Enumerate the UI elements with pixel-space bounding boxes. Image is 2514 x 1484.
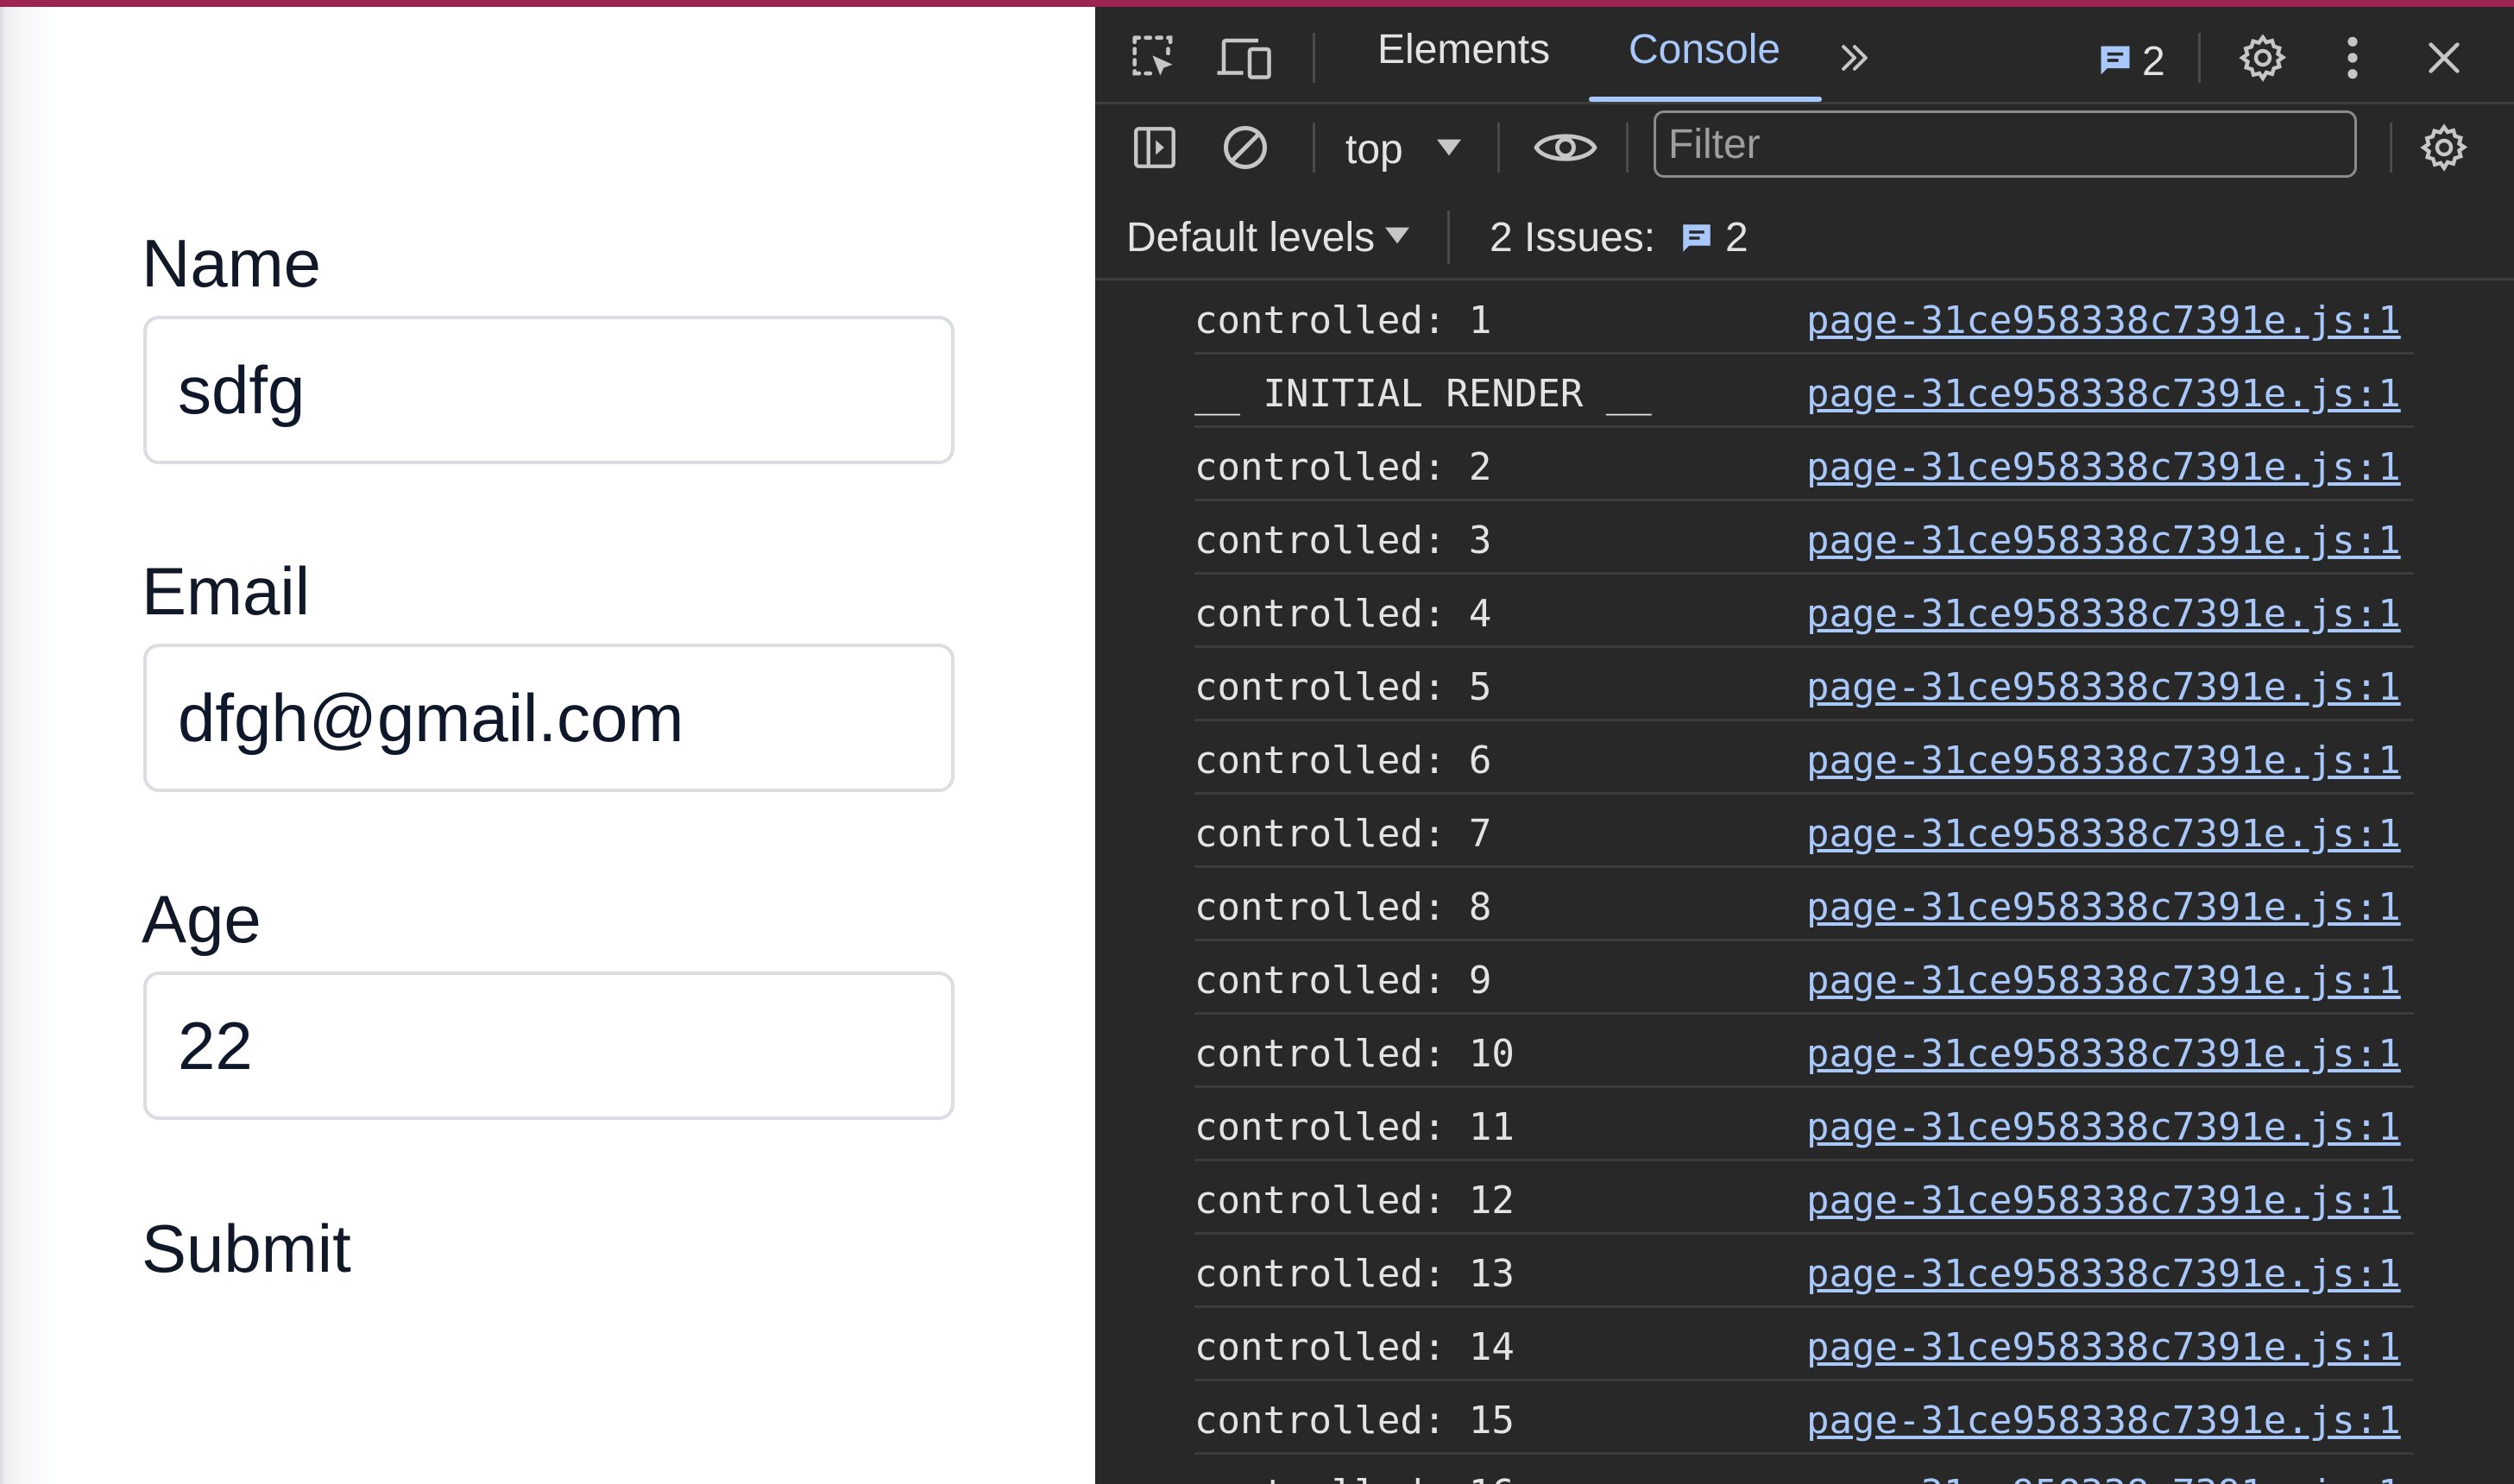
- live-expression-eye-icon[interactable]: [1527, 117, 1604, 178]
- console-source-link[interactable]: page-31ce958338c7391e.js:1: [1806, 1325, 2401, 1369]
- console-message-row: controlled: 3 page-31ce958338c7391e.js:1: [1194, 501, 2414, 575]
- console-message-text: controlled: 16: [1194, 1472, 1515, 1484]
- name-input-value: sdfg: [178, 351, 306, 428]
- console-source-link[interactable]: page-31ce958338c7391e.js:1: [1806, 885, 2401, 929]
- console-message-text: controlled: 7: [1194, 812, 1492, 856]
- console-message-row: __ INITIAL RENDER __ page-31ce958338c7391…: [1194, 355, 2414, 428]
- console-message-row: controlled: 13 page-31ce958338c7391e.js:1: [1194, 1235, 2414, 1308]
- console-source-link[interactable]: page-31ce958338c7391e.js:1: [1806, 812, 2401, 856]
- browser-accent-bar: [0, 0, 2514, 7]
- toolbar-border: [1095, 102, 2514, 104]
- toolbar-separator: [1313, 123, 1315, 173]
- tab-elements[interactable]: Elements: [1377, 26, 1550, 73]
- name-label: Name: [142, 225, 322, 301]
- console-source-link[interactable]: page-31ce958338c7391e.js:1: [1806, 372, 2401, 416]
- console-message-row: controlled: 16 page-31ce958338c7391e.js:1: [1194, 1455, 2414, 1484]
- console-source-link[interactable]: page-31ce958338c7391e.js:1: [1806, 445, 2401, 489]
- console-source-link[interactable]: page-31ce958338c7391e.js:1: [1806, 519, 2401, 563]
- more-options-icon[interactable]: [2331, 28, 2374, 88]
- issues-chat-icon[interactable]: [2089, 33, 2141, 88]
- console-message-row: controlled: 4 page-31ce958338c7391e.js:1: [1194, 575, 2414, 648]
- console-source-link[interactable]: page-31ce958338c7391e.js:1: [1806, 299, 2401, 343]
- console-message-row: controlled: 14 page-31ce958338c7391e.js:1: [1194, 1308, 2414, 1381]
- console-message-text: controlled: 1: [1194, 299, 1492, 343]
- close-devtools-icon[interactable]: [2414, 28, 2474, 88]
- toolbar-border: [1095, 278, 2514, 280]
- console-message-row: controlled: 11 page-31ce958338c7391e.js:1: [1194, 1088, 2414, 1161]
- issues-label[interactable]: 2 Issues:: [1490, 217, 1655, 259]
- age-input[interactable]: 22: [143, 972, 955, 1120]
- issues-badge-count[interactable]: 2: [2142, 41, 2165, 83]
- console-source-link[interactable]: page-31ce958338c7391e.js:1: [1806, 739, 2401, 783]
- device-toolbar-icon[interactable]: [1211, 28, 1280, 88]
- dropdown-triangle-icon[interactable]: [1382, 214, 1413, 257]
- inspect-element-icon[interactable]: [1125, 28, 1185, 88]
- devtools-panel: Elements Console 2 top Filter Default le…: [1095, 7, 2514, 1484]
- console-source-link[interactable]: page-31ce958338c7391e.js:1: [1806, 1032, 2401, 1076]
- console-message-row: controlled: 12 page-31ce958338c7391e.js:1: [1194, 1161, 2414, 1235]
- console-source-link[interactable]: page-31ce958338c7391e.js:1: [1806, 1179, 2401, 1223]
- console-message-text: controlled: 5: [1194, 665, 1492, 709]
- console-message-text: controlled: 4: [1194, 592, 1492, 636]
- page-edge-shadow: [0, 7, 60, 1484]
- console-source-link[interactable]: page-31ce958338c7391e.js:1: [1806, 959, 2401, 1003]
- console-source-link[interactable]: page-31ce958338c7391e.js:1: [1806, 665, 2401, 709]
- toolbar-separator: [2390, 123, 2392, 173]
- email-label: Email: [142, 553, 311, 629]
- console-message-row: controlled: 5 page-31ce958338c7391e.js:1: [1194, 648, 2414, 721]
- console-message-row: controlled: 2 page-31ce958338c7391e.js:1: [1194, 428, 2414, 501]
- chevron-double-right-icon[interactable]: [1829, 28, 1881, 88]
- settings-gear-icon[interactable]: [2233, 28, 2293, 88]
- toolbar-separator: [1313, 33, 1315, 83]
- console-message-text: __ INITIAL RENDER __: [1194, 372, 1652, 416]
- submit-button[interactable]: Submit: [142, 1215, 351, 1282]
- toolbar-separator: [2198, 33, 2201, 83]
- console-message-text: controlled: 2: [1194, 445, 1492, 489]
- context-selector-label[interactable]: top: [1345, 129, 1403, 171]
- console-source-link[interactable]: page-31ce958338c7391e.js:1: [1806, 592, 2401, 636]
- console-message-text: controlled: 9: [1194, 959, 1492, 1003]
- console-message-text: controlled: 15: [1194, 1399, 1515, 1443]
- web-page: Name sdfg Email dfgh@gmail.com Age 22 Su…: [0, 7, 1095, 1484]
- console-message-row: controlled: 9 page-31ce958338c7391e.js:1: [1194, 941, 2414, 1015]
- console-message-row: controlled: 15 page-31ce958338c7391e.js:1: [1194, 1381, 2414, 1455]
- console-message-text: controlled: 11: [1194, 1105, 1515, 1149]
- console-message-text: controlled: 6: [1194, 739, 1492, 783]
- console-settings-gear-icon[interactable]: [2414, 117, 2474, 178]
- clear-console-icon[interactable]: [1211, 117, 1280, 178]
- log-levels-dropdown[interactable]: Default levels: [1126, 217, 1375, 259]
- console-message-text: controlled: 14: [1194, 1325, 1515, 1369]
- console-message-text: controlled: 8: [1194, 885, 1492, 929]
- console-source-link[interactable]: page-31ce958338c7391e.js:1: [1806, 1252, 2401, 1296]
- age-label: Age: [142, 881, 261, 957]
- console-message-row: controlled: 10 page-31ce958338c7391e.js:1: [1194, 1015, 2414, 1088]
- filter-input-field[interactable]: [1668, 120, 2354, 168]
- toolbar-separator: [1497, 123, 1500, 173]
- tab-console[interactable]: Console: [1629, 26, 1780, 73]
- filter-input[interactable]: [1654, 110, 2357, 178]
- sidebar-toggle-icon[interactable]: [1125, 117, 1185, 178]
- dropdown-triangle-icon[interactable]: [1432, 126, 1466, 169]
- console-message-text: controlled: 3: [1194, 519, 1492, 563]
- console-message-text: controlled: 10: [1194, 1032, 1515, 1076]
- console-message-row: controlled: 8 page-31ce958338c7391e.js:1: [1194, 868, 2414, 941]
- toolbar-separator: [1626, 123, 1629, 173]
- console-message-text: controlled: 12: [1194, 1179, 1515, 1223]
- email-input[interactable]: dfgh@gmail.com: [143, 644, 955, 792]
- issues-count[interactable]: 2: [1725, 217, 1748, 259]
- toolbar-separator: [1447, 211, 1450, 264]
- issues-chat-icon[interactable]: [1675, 214, 1718, 262]
- console-message-row: controlled: 7 page-31ce958338c7391e.js:1: [1194, 795, 2414, 868]
- console-message-text: controlled: 13: [1194, 1252, 1515, 1296]
- console-message-row: controlled: 6 page-31ce958338c7391e.js:1: [1194, 721, 2414, 795]
- console-source-link[interactable]: page-31ce958338c7391e.js:1: [1806, 1105, 2401, 1149]
- name-input[interactable]: sdfg: [143, 316, 955, 464]
- console-message-row: controlled: 1 page-31ce958338c7391e.js:1: [1194, 281, 2414, 355]
- email-input-value: dfgh@gmail.com: [178, 679, 684, 756]
- console-source-link[interactable]: page-31ce958338c7391e.js:1: [1806, 1472, 2401, 1484]
- age-input-value: 22: [178, 1007, 253, 1084]
- console-source-link[interactable]: page-31ce958338c7391e.js:1: [1806, 1399, 2401, 1443]
